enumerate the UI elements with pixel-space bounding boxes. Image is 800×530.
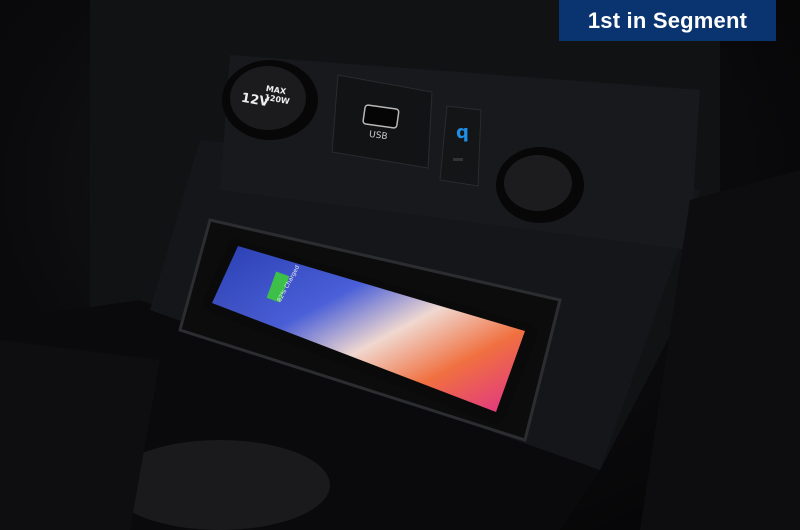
indicator-led bbox=[453, 158, 463, 161]
car-console-photo: q 12V MAX 120W USB 82% Charged 1st in Seg… bbox=[0, 0, 800, 530]
power-socket-right bbox=[496, 147, 584, 223]
segment-badge: 1st in Segment bbox=[559, 0, 776, 41]
usb-port bbox=[362, 104, 400, 129]
qi-icon: q bbox=[456, 122, 469, 143]
console-illustration: q bbox=[0, 0, 800, 530]
wireless-charging-switch bbox=[439, 105, 482, 187]
